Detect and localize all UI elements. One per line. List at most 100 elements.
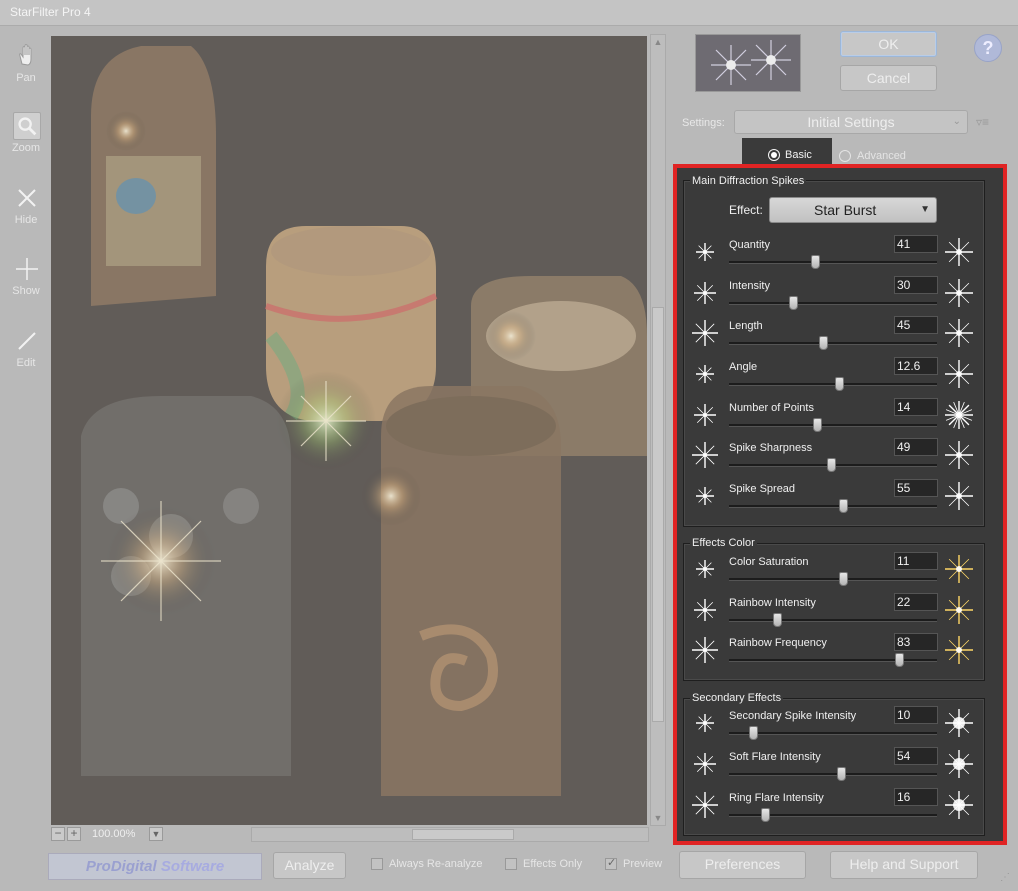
hide-tool[interactable]: Hide — [2, 176, 50, 236]
slider-track[interactable] — [729, 383, 937, 386]
slider-track[interactable] — [729, 619, 937, 622]
spread-min-icon — [688, 479, 722, 513]
zoom-dropdown-button[interactable]: ▼ — [149, 827, 163, 841]
ok-button[interactable]: OK — [840, 31, 937, 57]
slider-value-field[interactable]: 83 — [894, 633, 938, 651]
slider-row-length: Length 45 — [686, 316, 986, 358]
slider-thumb[interactable] — [835, 377, 844, 391]
zoom-out-button[interactable]: − — [51, 827, 65, 841]
intensity-min-icon — [688, 276, 722, 310]
slider-value-field[interactable]: 45 — [894, 316, 938, 334]
slider-track[interactable] — [729, 302, 937, 305]
slider-value-field[interactable]: 12.6 — [894, 357, 938, 375]
edit-tool[interactable]: Edit — [2, 319, 50, 379]
slider-thumb[interactable] — [813, 418, 822, 432]
slider-thumb[interactable] — [839, 499, 848, 513]
slider-value-field[interactable]: 30 — [894, 276, 938, 294]
horizontal-scroll-thumb[interactable] — [412, 829, 514, 840]
length-min-icon — [688, 316, 722, 350]
slider-track[interactable] — [729, 732, 937, 735]
effect-dropdown[interactable]: Star Burst ▼ — [769, 197, 937, 223]
slider-label: Color Saturation — [729, 556, 809, 568]
help-icon[interactable]: ? — [974, 34, 1002, 62]
slider-thumb[interactable] — [811, 255, 820, 269]
slider-row-points: Number of Points 14 — [686, 398, 986, 440]
slider-thumb[interactable] — [761, 808, 770, 822]
slider-value-field[interactable]: 55 — [894, 479, 938, 497]
slider-value-field[interactable]: 54 — [894, 747, 938, 765]
zoom-in-button[interactable]: + — [67, 827, 81, 841]
slider-thumb[interactable] — [895, 653, 904, 667]
spread-max-icon — [942, 479, 976, 513]
secondary-spike-min-icon — [688, 706, 722, 740]
settings-label: Settings: — [682, 117, 725, 129]
analyze-button[interactable]: Analyze — [273, 852, 346, 879]
slider-value-field[interactable]: 41 — [894, 235, 938, 253]
slider-track[interactable] — [729, 773, 937, 776]
basic-radio[interactable] — [768, 149, 780, 161]
advanced-radio[interactable] — [839, 150, 851, 162]
hide-label: Hide — [14, 214, 38, 226]
preview-checkbox[interactable] — [605, 856, 617, 870]
resize-grip-icon[interactable]: ⋰ — [1000, 872, 1010, 883]
slider-thumb[interactable] — [827, 458, 836, 472]
edit-label: Edit — [16, 357, 36, 369]
slider-track[interactable] — [729, 424, 937, 427]
pencil-icon — [18, 332, 36, 350]
slider-track[interactable] — [729, 261, 937, 264]
length-max-icon — [942, 316, 976, 350]
slider-track[interactable] — [729, 659, 937, 662]
slider-thumb[interactable] — [773, 613, 782, 627]
pan-tool[interactable]: Pan — [2, 34, 50, 94]
effects-only-checkbox[interactable] — [505, 858, 517, 870]
slider-value-field[interactable]: 10 — [894, 706, 938, 724]
slider-row-intensity: Intensity 30 — [686, 276, 986, 318]
slider-value-field[interactable]: 14 — [894, 398, 938, 416]
settings-dropdown[interactable]: Initial Settings ⌄ — [734, 110, 968, 134]
image-preview[interactable] — [51, 36, 647, 825]
slider-label: Soft Flare Intensity — [729, 751, 821, 763]
chevron-down-icon: ▼ — [920, 204, 930, 215]
slider-label: Length — [729, 320, 763, 332]
slider-thumb[interactable] — [839, 572, 848, 586]
rainbow-frequency-min-icon — [688, 633, 722, 667]
settings-menu-icon[interactable]: ▿≡ — [976, 115, 989, 129]
show-tool[interactable]: Show — [2, 247, 50, 307]
slider-value-field[interactable]: 49 — [894, 438, 938, 456]
slider-track[interactable] — [729, 342, 937, 345]
zoom-tool[interactable]: Zoom — [2, 104, 50, 164]
slider-thumb[interactable] — [819, 336, 828, 350]
slider-label: Intensity — [729, 280, 770, 292]
always-reanalyze-checkbox[interactable] — [371, 858, 383, 870]
tab-advanced[interactable]: Advanced — [857, 150, 906, 162]
slider-thumb[interactable] — [837, 767, 846, 781]
slider-track[interactable] — [729, 578, 937, 581]
zoom-level: 100.00% — [92, 828, 136, 840]
slider-thumb[interactable] — [749, 726, 758, 740]
prodigital-logo: ProDigital Software — [48, 853, 262, 880]
ring-flare-min-icon — [688, 788, 722, 822]
slider-value-field[interactable]: 11 — [894, 552, 938, 570]
preferences-button[interactable]: Preferences — [679, 851, 806, 879]
slider-row-rainbow-frequency: Rainbow Frequency 83 — [686, 633, 986, 675]
scroll-down-arrow-icon[interactable]: ▼ — [652, 812, 664, 824]
slider-track[interactable] — [729, 505, 937, 508]
horizontal-scrollbar[interactable] — [251, 827, 649, 842]
tab-basic-label: Basic — [785, 149, 812, 161]
slider-value-field[interactable]: 16 — [894, 788, 938, 806]
vertical-scroll-thumb[interactable] — [652, 307, 664, 722]
slider-row-secondary-spike: Secondary Spike Intensity 10 — [686, 706, 986, 748]
vertical-scrollbar[interactable]: ▲ ▼ — [650, 34, 666, 826]
help-and-support-button[interactable]: Help and Support — [830, 851, 978, 879]
effects-color-title: Effects Color — [690, 537, 757, 549]
effect-label: Effect: — [729, 203, 763, 217]
slider-thumb[interactable] — [789, 296, 798, 310]
slider-label: Quantity — [729, 239, 770, 251]
cancel-button[interactable]: Cancel — [840, 65, 937, 91]
ring-flare-max-icon — [942, 788, 976, 822]
magnifier-icon — [13, 112, 41, 140]
slider-label: Angle — [729, 361, 758, 373]
scroll-up-arrow-icon[interactable]: ▲ — [652, 36, 664, 48]
slider-value-field[interactable]: 22 — [894, 593, 938, 611]
soft-flare-max-icon — [942, 747, 976, 781]
